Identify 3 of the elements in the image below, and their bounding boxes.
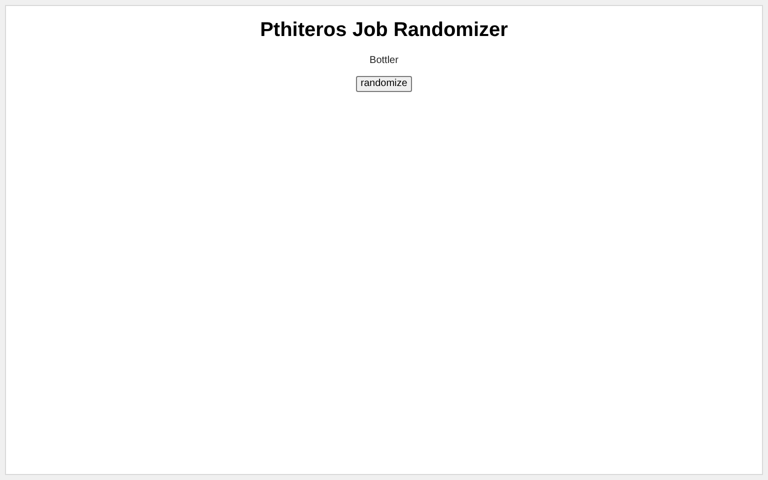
page-title: Pthiteros Job Randomizer bbox=[260, 18, 508, 42]
randomize-button[interactable]: randomize bbox=[356, 76, 412, 92]
job-result: Bottler bbox=[370, 55, 398, 67]
